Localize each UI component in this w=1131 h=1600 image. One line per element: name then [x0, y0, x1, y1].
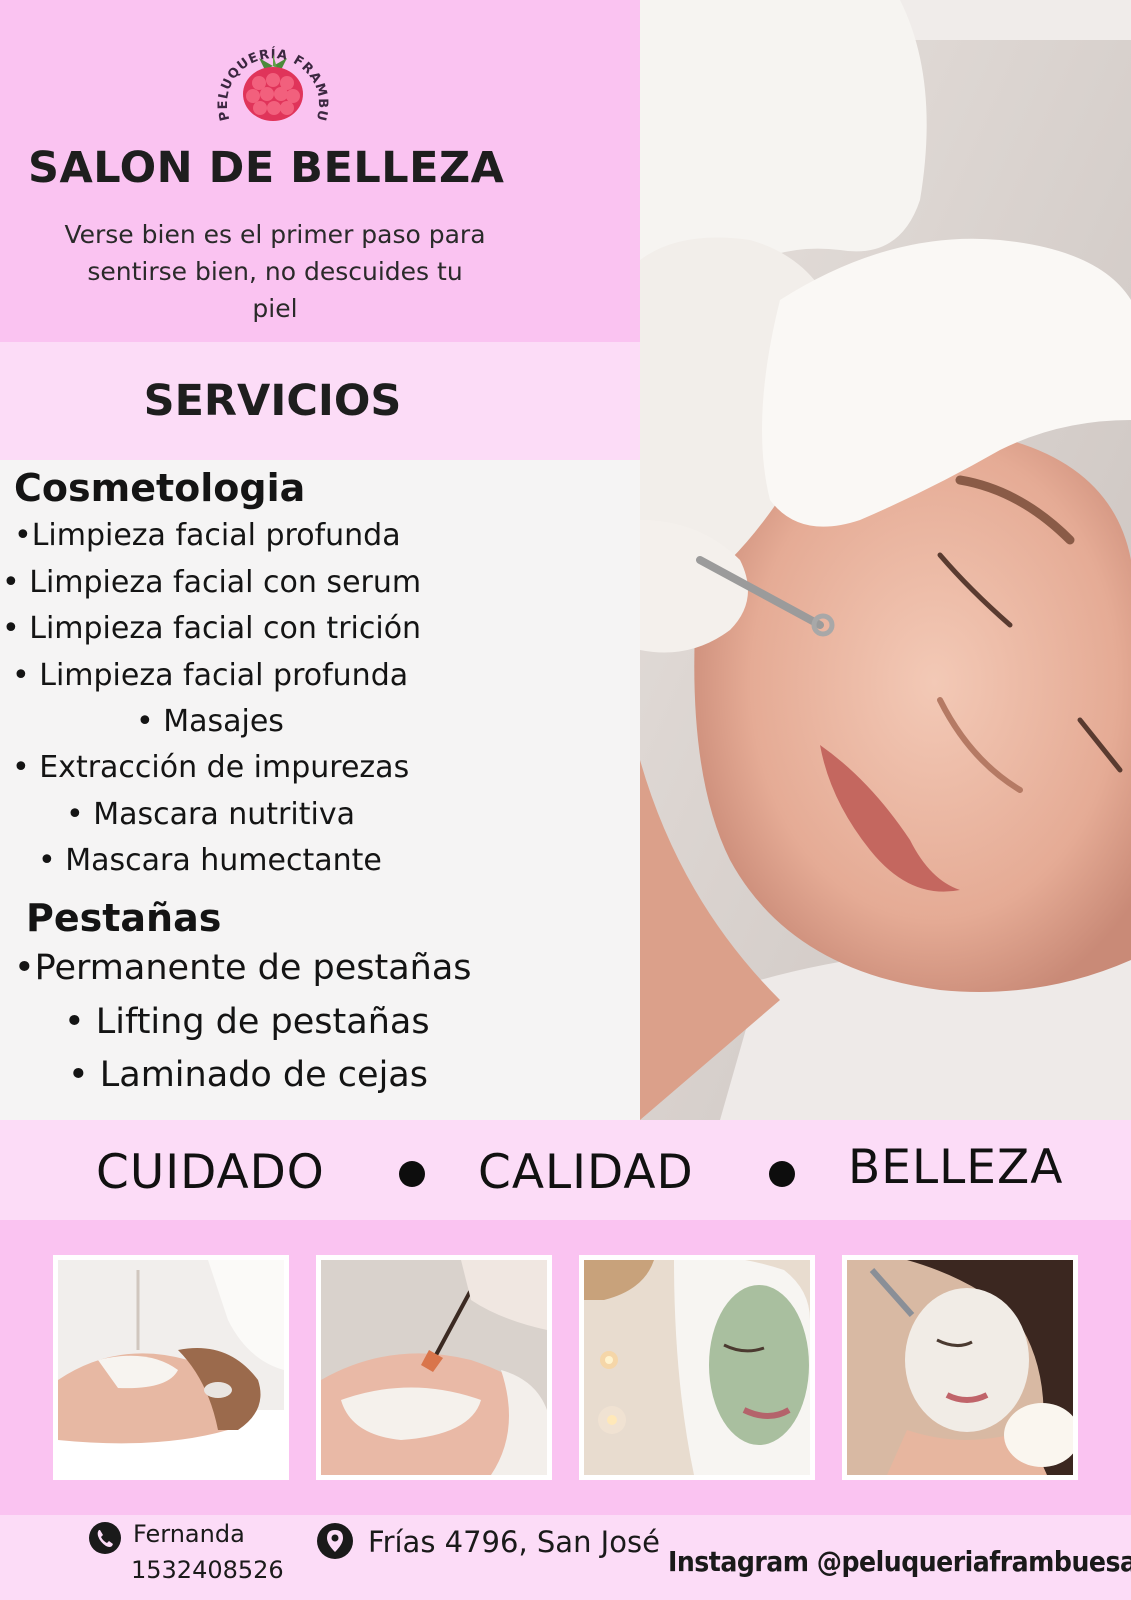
thumbnail-facial-brush	[316, 1255, 552, 1480]
raspberry-icon: PELUQUERÍA FRAMBUESA	[207, 17, 329, 123]
hero-facial-photo	[640, 0, 1131, 1120]
service-item: •Limpieza facial profunda	[14, 518, 401, 553]
value-calidad: CALIDAD	[478, 1145, 694, 1200]
tagline-line: Verse bien es el primer paso para	[64, 220, 486, 249]
tagline-line: piel	[252, 294, 298, 323]
category-heading-pestanas: Pestañas	[26, 896, 222, 940]
instagram-handle: Instagram @peluqueriaframbuesa	[668, 1545, 1131, 1578]
phone-icon	[89, 1522, 121, 1554]
service-item: • Extracción de impurezas	[12, 750, 410, 785]
thumbnail-green-mask	[579, 1255, 815, 1480]
category-heading-cosmetologia: Cosmetologia	[14, 466, 306, 510]
service-item: •Permanente de pestañas	[14, 948, 472, 988]
contact-phone: 1532408526	[131, 1556, 284, 1584]
separator-dot-icon	[769, 1161, 795, 1187]
services-title: SERVICIOS	[143, 376, 402, 426]
service-item: • Laminado de cejas	[68, 1055, 428, 1095]
thumbnail-facial-mask-brush	[53, 1255, 289, 1480]
service-item: • Limpieza facial profunda	[12, 658, 409, 693]
service-item: • Mascara humectante	[38, 843, 382, 878]
service-item: • Mascara nutritiva	[66, 797, 355, 832]
service-item: • Limpieza facial con trición	[2, 611, 422, 646]
separator-dot-icon	[399, 1161, 425, 1187]
location-pin-icon	[317, 1523, 353, 1559]
service-item: • Lifting de pestañas	[64, 1002, 430, 1042]
thumbnail-white-mask	[842, 1255, 1078, 1480]
value-belleza: BELLEZA	[848, 1140, 1064, 1195]
service-item: • Masajes	[136, 704, 284, 739]
tagline: Verse bien es el primer paso para sentir…	[40, 216, 510, 327]
tagline-line: sentirse bien, no descuides tu	[87, 257, 463, 286]
page-title: SALON DE BELLEZA	[28, 143, 505, 193]
service-item: • Limpieza facial con serum	[2, 565, 422, 600]
contact-name: Fernanda	[133, 1520, 245, 1548]
address: Frías 4796, San José	[368, 1525, 660, 1559]
value-cuidado: CUIDADO	[96, 1145, 325, 1200]
brand-logo: PELUQUERÍA FRAMBUESA	[207, 17, 333, 138]
